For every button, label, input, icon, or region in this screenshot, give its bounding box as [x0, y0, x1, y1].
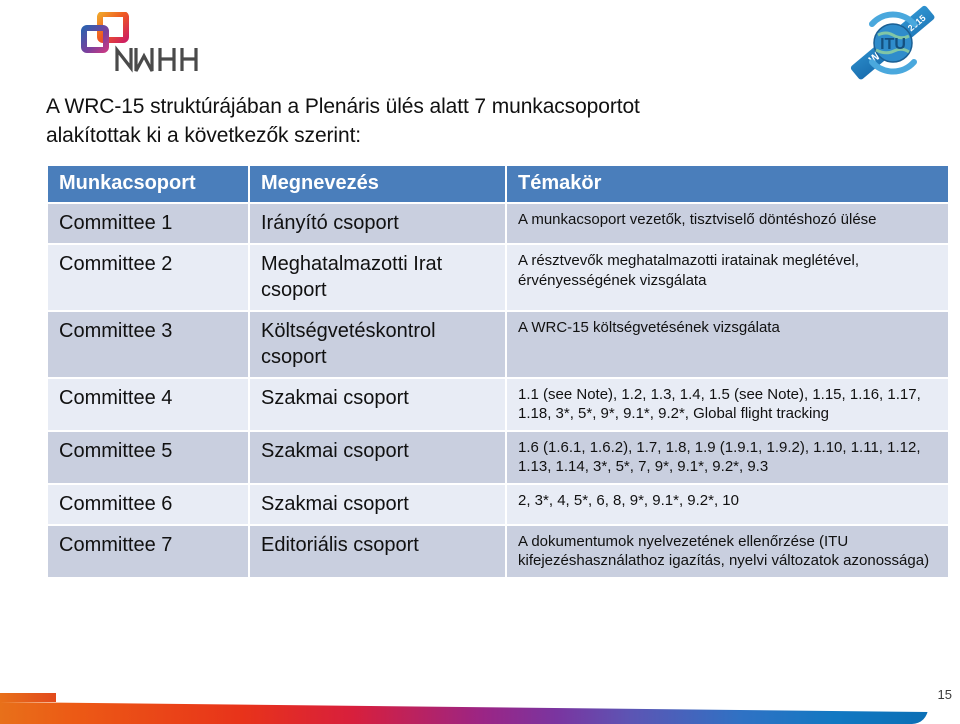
- table-row: Committee 4 Szakmai csoport 1.1 (see Not…: [48, 377, 948, 430]
- table-row: Committee 2 Meghatalmazotti Irat csoport…: [48, 243, 948, 310]
- cell-name: Szakmai csoport: [248, 483, 505, 524]
- cell-topic: 2, 3*, 4, 5*, 6, 8, 9*, 9.1*, 9.2*, 10: [505, 483, 948, 524]
- page-title-line-2: alakítottak ki a következők szerint:: [46, 124, 362, 147]
- page-number: 15: [937, 687, 952, 702]
- cell-name: Editoriális csoport: [248, 524, 505, 577]
- itu-wrc15-logo: WRC-15 2015 ITU: [850, 5, 935, 80]
- table-row: Committee 1 Irányító csoport A munkacsop…: [48, 202, 948, 243]
- cell-topic: A résztvevők meghatalmazotti iratainak m…: [505, 243, 948, 310]
- cell-name: Szakmai csoport: [248, 430, 505, 483]
- bottom-accent-notch: [0, 693, 56, 702]
- nmhh-wordmark-icon: [115, 45, 198, 73]
- nmhh-logo: [72, 10, 202, 78]
- table-row: Committee 7 Editoriális csoport A dokume…: [48, 524, 948, 577]
- cell-topic: 1.1 (see Note), 1.2, 1.3, 1.4, 1.5 (see …: [505, 377, 948, 430]
- cell-name: Költségvetéskontrol csoport: [248, 310, 505, 377]
- column-header-temakor: Témakör: [505, 166, 948, 202]
- bottom-gradient-bar: [0, 702, 928, 724]
- page-title: A WRC-15 struktúrájában a Plenáris ülés …: [46, 92, 926, 150]
- cell-group: Committee 1: [48, 202, 248, 243]
- cell-name: Meghatalmazotti Irat csoport: [248, 243, 505, 310]
- cell-name: Irányító csoport: [248, 202, 505, 243]
- column-header-megnevezes: Megnevezés: [248, 166, 505, 202]
- cell-group: Committee 5: [48, 430, 248, 483]
- table-row: Committee 3 Költségvetéskontrol csoport …: [48, 310, 948, 377]
- slide-canvas: WRC-15 2015 ITU A WRC-15 struktúrájában …: [0, 0, 960, 724]
- cell-topic: A dokumentumok nyelvezetének ellenőrzése…: [505, 524, 948, 577]
- cell-topic: A munkacsoport vezetők, tisztviselő dönt…: [505, 202, 948, 243]
- column-header-munkacsoport: Munkacsoport: [48, 166, 248, 202]
- cell-name: Szakmai csoport: [248, 377, 505, 430]
- cell-group: Committee 6: [48, 483, 248, 524]
- table-header-row: Munkacsoport Megnevezés Témakör: [48, 166, 948, 202]
- cell-group: Committee 3: [48, 310, 248, 377]
- page-title-line-1: A WRC-15 struktúrájában a Plenáris ülés …: [46, 95, 640, 118]
- svg-text:ITU: ITU: [880, 36, 906, 53]
- cell-group: Committee 2: [48, 243, 248, 310]
- table-row: Committee 5 Szakmai csoport 1.6 (1.6.1, …: [48, 430, 948, 483]
- cell-group: Committee 4: [48, 377, 248, 430]
- cell-topic: A WRC-15 költségvetésének vizsgálata: [505, 310, 948, 377]
- committees-table: Munkacsoport Megnevezés Témakör Committe…: [48, 166, 948, 577]
- cell-topic: 1.6 (1.6.1, 1.6.2), 1.7, 1.8, 1.9 (1.9.1…: [505, 430, 948, 483]
- cell-group: Committee 7: [48, 524, 248, 577]
- table-row: Committee 6 Szakmai csoport 2, 3*, 4, 5*…: [48, 483, 948, 524]
